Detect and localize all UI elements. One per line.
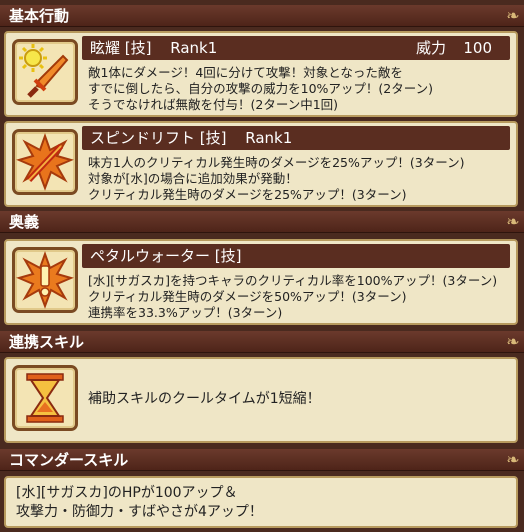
description-line: [水][サガスカ]を持つキャラのクリティカル率を100%アップ！(3ターン): [88, 273, 498, 288]
skill-name: ペタルウォーター [技]: [90, 247, 242, 265]
description-line: 連携率を33.3%アップ！(3ターン): [88, 305, 283, 320]
renkei-card[interactable]: 補助スキルのクールタイムが1短縮！: [4, 357, 518, 443]
renkei-text: 補助スキルのクールタイムが1短縮！: [88, 391, 321, 407]
skill-name: 眩耀 [技]: [90, 39, 152, 57]
skill-title-bar: 眩耀 [技] Rank1 威力 100: [82, 36, 510, 60]
exclamation-burst-icon: [12, 247, 78, 313]
description-line: そうでなければ無敵を付与！(2ターン中1回): [88, 97, 339, 112]
commander-card[interactable]: [水][サガスカ]のHPが100アップ＆ 攻撃力・防御力・すばやさが4アップ！: [4, 476, 518, 528]
skill-title-bar: スピンドリフト [技] Rank1: [82, 126, 510, 150]
description-line: クリティカル発生時のダメージを25%アップ！(3ターン): [88, 187, 407, 202]
skill-card-2[interactable]: スピンドリフト [技] Rank1 味方1人のクリティカル発生時のダメージを25…: [4, 121, 518, 207]
burst-sword-icon: [12, 129, 78, 195]
power-label: 威力: [416, 39, 447, 57]
ornament-icon: ❧: [506, 212, 520, 231]
section-header-commander: コマンダースキル ❧: [0, 449, 524, 471]
hourglass-icon: [12, 365, 78, 431]
ornament-icon: ❧: [506, 450, 520, 469]
description-line: 対象が[水]の場合に追加効果が発動！: [88, 171, 298, 186]
section-header-renkei: 連携スキル ❧: [0, 331, 524, 353]
skill-title-bar: ペタルウォーター [技]: [82, 244, 510, 268]
section-title: 奥義: [9, 213, 40, 231]
description-line: すでに倒したら、自分の攻撃の威力を10%アップ！(2ターン): [88, 81, 433, 96]
section-title: コマンダースキル: [9, 451, 129, 469]
commander-description: [水][サガスカ]のHPが100アップ＆ 攻撃力・防御力・すばやさが4アップ！: [16, 484, 510, 522]
description-line: クリティカル発生時のダメージを50%アップ！(3ターン): [88, 289, 407, 304]
description-line: 味方1人のクリティカル発生時のダメージを25%アップ！(3ターン): [88, 155, 465, 170]
skill-description: [水][サガスカ]を持つキャラのクリティカル率を100%アップ！(3ターン) ク…: [88, 273, 510, 321]
power-value: 100: [463, 39, 492, 57]
section-title: 連携スキル: [9, 333, 85, 351]
skill-description: 敵1体にダメージ！4回に分けて攻撃！対象となった敵を すでに倒したら、自分の攻撃…: [88, 65, 510, 113]
sun-sword-icon: [12, 39, 78, 105]
skill-card-1[interactable]: 眩耀 [技] Rank1 威力 100 敵1体にダメージ！4回に分けて攻撃！対象…: [4, 31, 518, 117]
ornament-icon: ❧: [506, 6, 520, 25]
renkei-description: 補助スキルのクールタイムが1短縮！: [88, 391, 510, 407]
description-line: 敵1体にダメージ！4回に分けて攻撃！対象となった敵を: [88, 65, 403, 80]
skill-name: スピンドリフト [技]: [90, 129, 227, 147]
commander-line: [水][サガスカ]のHPが100アップ＆: [16, 485, 238, 501]
skill-description: 味方1人のクリティカル発生時のダメージを25%アップ！(3ターン) 対象が[水]…: [88, 155, 510, 203]
skill-rank: Rank1: [170, 39, 218, 57]
skill-rank: Rank1: [245, 129, 293, 147]
section-header-ougi: 奥義 ❧: [0, 211, 524, 233]
skill-card-3[interactable]: ペタルウォーター [技] [水][サガスカ]を持つキャラのクリティカル率を100…: [4, 239, 518, 325]
section-header-basic: 基本行動 ❧: [0, 5, 524, 27]
ornament-icon: ❧: [506, 332, 520, 351]
commander-line: 攻撃力・防御力・すばやさが4アップ！: [16, 504, 263, 520]
section-title: 基本行動: [9, 7, 70, 25]
